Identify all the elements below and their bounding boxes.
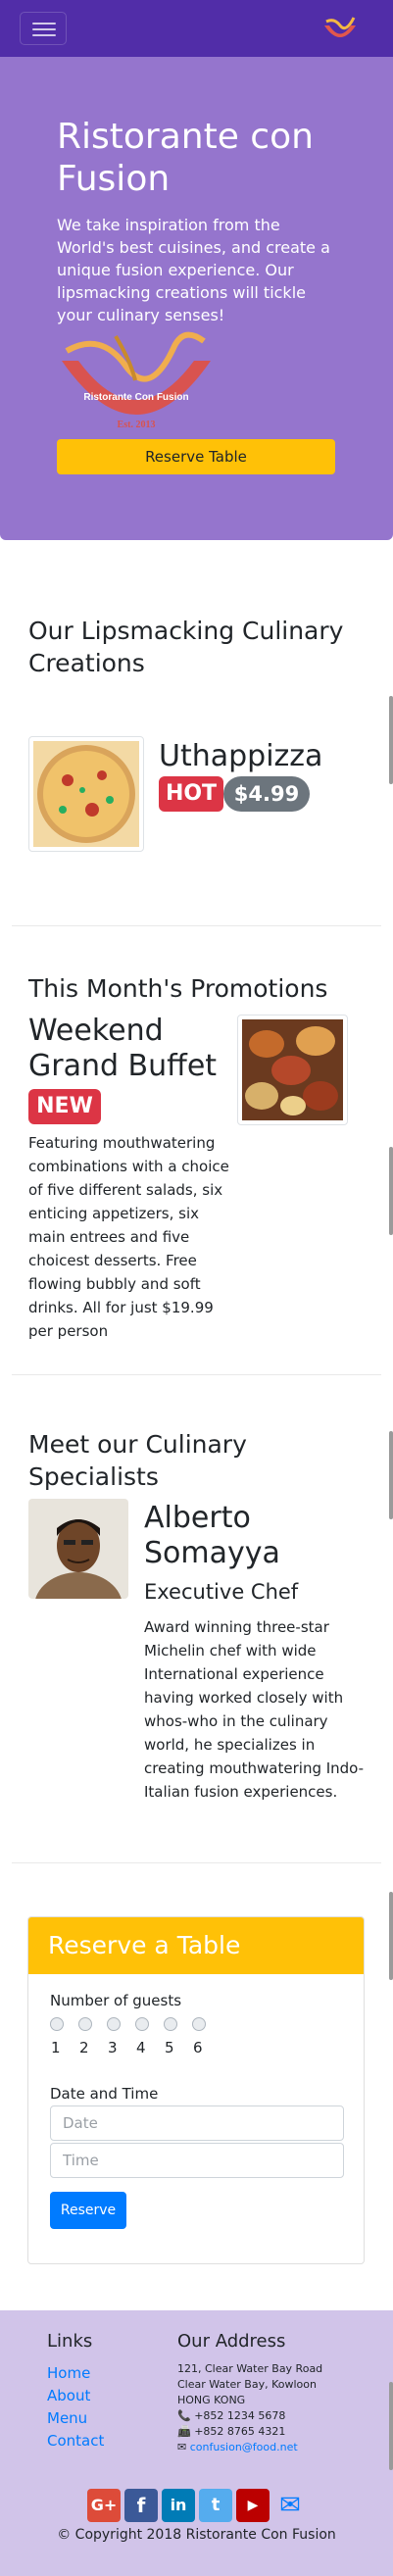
promotion-description: Featuring mouthwatering combinations wit…	[28, 1134, 229, 1340]
guest-option-label: 5	[165, 2039, 174, 2056]
email-row: ✉ confusion@food.net	[177, 2440, 298, 2455]
dish-name: Uthappizza	[159, 739, 323, 773]
date-input[interactable]	[50, 2105, 344, 2141]
chef-description: Award winning three-star Michelin chef w…	[144, 1618, 365, 1801]
guest-radio-3[interactable]	[107, 2017, 121, 2031]
linkedin-icon[interactable]: in	[162, 2489, 195, 2522]
restaurant-logo[interactable]	[320, 10, 360, 49]
guest-option-label: 2	[79, 2039, 89, 2056]
footer-link-about[interactable]: About	[47, 2387, 90, 2404]
footer-links-title: Links	[47, 2331, 93, 2352]
facebook-icon[interactable]: f	[124, 2489, 158, 2522]
scrollbar-thumb[interactable]	[389, 1431, 393, 1519]
guests-label: Number of guests	[50, 1992, 182, 2009]
scrollbar-thumb[interactable]	[389, 2382, 393, 2470]
dish-image	[28, 736, 144, 852]
specialists-title: Meet our Culinary Specialists	[28, 1430, 247, 1491]
hamburger-icon-bar	[32, 34, 56, 36]
new-badge: NEW	[28, 1089, 101, 1124]
reserve-card-header: Reserve a Table	[28, 1917, 364, 1974]
phone-row: 📞 +852 1234 5678	[177, 2408, 285, 2424]
guest-radio-1[interactable]	[50, 2017, 64, 2031]
promotion-image	[237, 1015, 348, 1125]
envelope-icon: ✉	[177, 2441, 187, 2453]
scrollbar-thumb[interactable]	[389, 696, 393, 784]
datetime-label: Date and Time	[50, 2085, 159, 2103]
restaurant-logo-large: Ristorante Con Fusion Est. 2013	[62, 331, 211, 430]
phone-number: +852 1234 5678	[194, 2409, 286, 2422]
copyright-text: © Copyright 2018 Ristorante Con Fusion	[57, 2527, 336, 2543]
hot-badge: HOT	[159, 776, 223, 812]
promotions-title: This Month's Promotions	[28, 974, 328, 1003]
guest-option-label: 3	[108, 2039, 118, 2056]
twitter-icon[interactable]: t	[199, 2489, 232, 2522]
reserve-card: Reserve a Table Number of guests 1 2 3 4…	[27, 1916, 365, 2264]
section-divider	[12, 1374, 381, 1375]
restaurant-title: Ristorante con Fusion	[57, 117, 314, 199]
chef-photo	[28, 1499, 128, 1599]
phone-icon: 📞	[177, 2409, 191, 2422]
scrollbar-thumb[interactable]	[389, 1147, 393, 1235]
chef-role: Executive Chef	[144, 1580, 299, 1604]
guest-radio-6[interactable]	[192, 2017, 206, 2031]
restaurant-description: We take inspiration from the World's bes…	[57, 216, 330, 324]
jumbotron: Ristorante con Fusion We take inspiratio…	[0, 57, 393, 540]
address-line: Clear Water Bay, Kowloon	[177, 2378, 317, 2391]
scrollbar-thumb[interactable]	[389, 1892, 393, 1980]
footer-link-home[interactable]: Home	[47, 2364, 90, 2382]
creations-title: Our Lipsmacking Culinary Creations	[28, 617, 344, 677]
guest-radio-2[interactable]	[78, 2017, 92, 2031]
fax-icon: 📠	[177, 2425, 191, 2438]
guest-option-label: 4	[136, 2039, 146, 2056]
reserve-table-button[interactable]: Reserve Table	[57, 439, 335, 474]
logo-est-text: Est. 2013	[118, 420, 156, 430]
hamburger-icon	[32, 23, 56, 25]
fax-number: +852 8765 4321	[194, 2425, 286, 2438]
section-divider	[12, 1862, 381, 1863]
guest-radio-4[interactable]	[135, 2017, 149, 2031]
google-plus-icon[interactable]: G+	[87, 2489, 121, 2522]
guest-option-label: 1	[51, 2039, 61, 2056]
footer-link-menu[interactable]: Menu	[47, 2409, 87, 2427]
navbar	[0, 0, 393, 57]
time-input[interactable]	[50, 2143, 344, 2178]
mail-icon[interactable]: ✉	[273, 2489, 307, 2522]
footer-address-title: Our Address	[177, 2331, 286, 2352]
hamburger-menu-button[interactable]	[20, 12, 67, 45]
price-badge: $4.99	[223, 776, 310, 812]
guest-option-label: 6	[193, 2039, 203, 2056]
chef-name: Alberto Somayya	[144, 1501, 280, 1570]
logo-text: Ristorante Con Fusion	[83, 392, 188, 403]
address-line: 121, Clear Water Bay Road	[177, 2362, 323, 2375]
fax-row: 📠 +852 8765 4321	[177, 2424, 285, 2440]
reserve-title: Reserve a Table	[48, 1931, 241, 1959]
email-link[interactable]: confusion@food.net	[190, 2441, 298, 2453]
guest-radio-5[interactable]	[164, 2017, 177, 2031]
promotion-name: Weekend Grand Buffet	[28, 1014, 218, 1083]
section-divider	[12, 925, 381, 926]
reserve-submit-button[interactable]: Reserve	[50, 2192, 126, 2229]
address-line: HONG KONG	[177, 2394, 246, 2406]
hamburger-icon-bar	[32, 28, 56, 30]
footer-link-contact[interactable]: Contact	[47, 2432, 104, 2450]
youtube-icon[interactable]: ▶	[236, 2489, 270, 2522]
